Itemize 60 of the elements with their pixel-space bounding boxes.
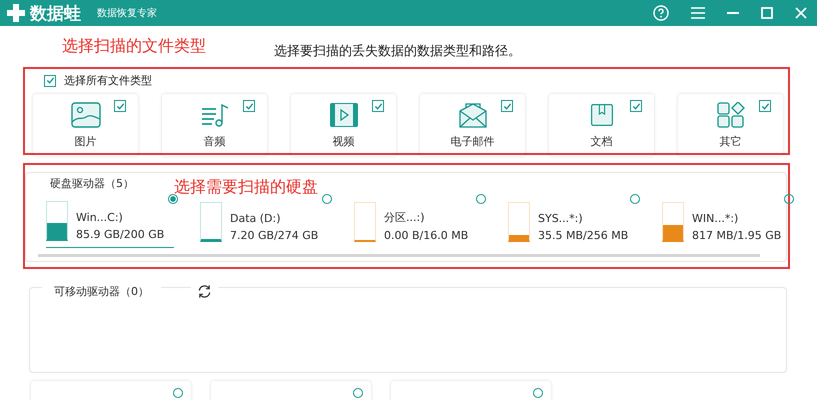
drive-radio[interactable] (630, 194, 640, 204)
drive-name: 分区...:) (384, 210, 426, 225)
app-logo: 数据蛙 (30, 2, 81, 24)
select-all-label: 选择所有文件类型 (64, 73, 152, 88)
file-type-label: 音频 (204, 134, 226, 149)
drive-usage: 0.00 B/16.0 MB (384, 229, 468, 242)
file-type-checkbox[interactable] (114, 100, 126, 112)
select-all-checkbox[interactable] (44, 74, 56, 86)
file-type-label: 视频 (332, 134, 354, 149)
drive-name: Win...C:) (76, 211, 124, 224)
menu-icon[interactable] (691, 7, 705, 19)
annotation-text: 选择需要扫描的硬盘 (174, 177, 318, 198)
file-type-checkbox[interactable] (630, 100, 642, 112)
shapes-icon (716, 102, 746, 128)
file-type-card[interactable]: 图片 (33, 94, 138, 156)
annotation-text: 选择扫描的文件类型 (62, 36, 206, 57)
scrollbar[interactable] (38, 254, 760, 257)
drive-usage: 817 MB/1.95 GB (692, 229, 782, 242)
drive-name: Data (D:) (230, 212, 282, 225)
document-icon (588, 102, 614, 128)
help-icon[interactable] (653, 5, 669, 21)
drive-item[interactable]: SYS...*:) 35.5 MB/256 MB (508, 192, 636, 248)
file-type-label: 其它 (720, 134, 742, 149)
maximize-icon[interactable] (761, 7, 773, 19)
file-type-checkbox[interactable] (372, 100, 384, 112)
envelope-icon (458, 102, 488, 128)
drive-usage: 7.20 GB/274 GB (230, 229, 318, 242)
drive-name: SYS...*:) (538, 212, 584, 225)
file-type-label: 图片 (74, 134, 96, 149)
file-type-card[interactable]: 电子邮件 (420, 94, 525, 156)
drive-usage: 35.5 MB/256 MB (538, 229, 628, 242)
file-type-card[interactable]: 其它 (678, 94, 783, 156)
app-subtitle: 数据恢复专家 (97, 6, 157, 20)
file-type-card[interactable]: 音频 (162, 94, 267, 156)
file-type-checkbox[interactable] (501, 100, 513, 112)
image-icon (70, 102, 100, 128)
drive-item[interactable]: 分区...:) 0.00 B/16.0 MB (354, 192, 482, 248)
drive-radio[interactable] (322, 194, 332, 204)
drive-item[interactable]: Win...C:) 85.9 GB/200 GB (46, 192, 174, 248)
music-note-icon (200, 102, 230, 128)
drive-name: WIN...*:) (692, 212, 740, 225)
close-icon[interactable] (795, 7, 807, 19)
file-type-card[interactable]: 视频 (291, 94, 396, 156)
drive-radio[interactable] (168, 194, 178, 204)
drive-radio[interactable] (533, 388, 543, 398)
drive-usage: 85.9 GB/200 GB (76, 228, 164, 241)
file-type-card[interactable]: 文档 (549, 94, 654, 156)
file-type-label: 电子邮件 (450, 134, 494, 149)
film-icon (328, 102, 358, 128)
cross-logo-icon (6, 3, 26, 23)
drive-radio[interactable] (784, 194, 794, 204)
drive-item[interactable]: WIN...*:) 817 MB/1.95 GB (662, 192, 790, 248)
group-title: 可移动驱动器（0） (42, 284, 161, 299)
file-type-checkbox[interactable] (759, 100, 771, 112)
drive-radio[interactable] (173, 388, 183, 398)
file-type-label: 文档 (590, 134, 612, 149)
instruction-text: 选择要扫描的丢失数据的数据类型和路径。 (274, 43, 521, 60)
drive-radio[interactable] (476, 194, 486, 204)
drive-radio[interactable] (353, 388, 363, 398)
file-type-checkbox[interactable] (243, 100, 255, 112)
